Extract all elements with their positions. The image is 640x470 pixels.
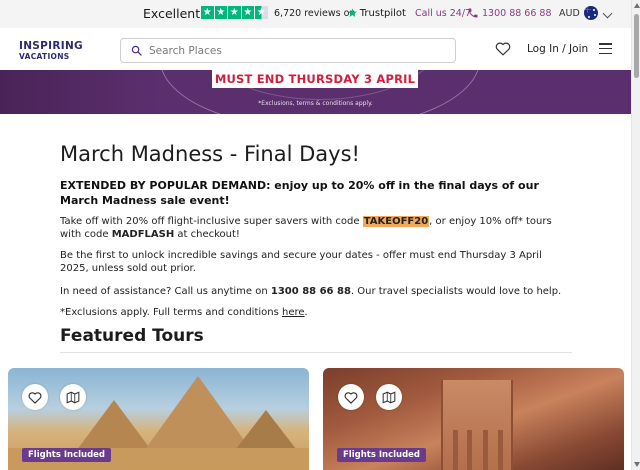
scroll-down-arrow-icon[interactable] bbox=[634, 462, 640, 467]
heart-icon bbox=[28, 391, 42, 404]
wishlist-button[interactable] bbox=[22, 384, 48, 410]
banner-headline-box: MUST END THURSDAY 3 APRIL bbox=[212, 70, 418, 88]
flights-included-badge: Flights Included bbox=[22, 448, 112, 462]
banner-note: *Exclusions, terms & conditions apply. bbox=[258, 100, 373, 107]
logo-line-2: VACATIONS bbox=[19, 51, 70, 61]
promo-banner[interactable]: MUST END THURSDAY 3 APRIL *Exclusions, t… bbox=[0, 70, 631, 114]
promo-code-takeoff: TAKEOFF20 bbox=[362, 216, 430, 227]
treasury-facade bbox=[441, 380, 513, 470]
site-header: INSPIRING VACATIONS Log In / Join bbox=[0, 28, 631, 70]
tour-card[interactable]: Flights Included bbox=[8, 368, 309, 470]
star-half-icon: ★ bbox=[255, 6, 268, 19]
scrollbar-thumb[interactable] bbox=[634, 14, 639, 78]
trustpilot-star-icon: ★ bbox=[347, 6, 358, 20]
banner-headline: MUST END THURSDAY 3 APRIL bbox=[214, 72, 416, 86]
hamburger-menu-icon[interactable] bbox=[599, 43, 612, 54]
trustpilot-stars: ★ ★ ★ ★ ★ bbox=[201, 6, 268, 19]
assistance-paragraph: In need of assistance? Call us anytime o… bbox=[60, 286, 562, 297]
site-logo[interactable]: INSPIRING VACATIONS bbox=[19, 41, 83, 60]
page-title: March Madness - Final Days! bbox=[60, 142, 360, 166]
australia-flag-icon[interactable] bbox=[584, 6, 598, 20]
page-scrollbar[interactable] bbox=[631, 0, 640, 470]
reviews-count[interactable]: 6,720 reviews on bbox=[274, 8, 355, 19]
wishlist-button[interactable] bbox=[338, 384, 364, 410]
terms-link[interactable]: here bbox=[282, 307, 305, 318]
star-icon: ★ bbox=[228, 6, 241, 19]
terms-paragraph: *Exclusions apply. Full terms and condit… bbox=[60, 307, 308, 318]
promo-codes-paragraph: Take off with 20% off flight-inclusive s… bbox=[60, 216, 552, 240]
map-button[interactable] bbox=[376, 384, 402, 410]
currency-selector[interactable]: AUD bbox=[559, 8, 580, 19]
search-box[interactable] bbox=[120, 38, 456, 63]
star-icon: ★ bbox=[201, 6, 214, 19]
assistance-phone[interactable]: 1300 88 66 88 bbox=[271, 286, 351, 297]
search-input[interactable] bbox=[149, 42, 439, 59]
promo-code-madflash: MADFLASH bbox=[111, 228, 175, 240]
section-divider bbox=[60, 352, 572, 353]
login-link[interactable]: Log In / Join bbox=[527, 43, 588, 55]
scroll-up-arrow-icon[interactable] bbox=[634, 3, 640, 8]
star-icon: ★ bbox=[241, 6, 254, 19]
star-icon: ★ bbox=[214, 6, 227, 19]
offer-end-paragraph: Be the first to unlock incredible saving… bbox=[60, 250, 542, 274]
featured-tours-heading: Featured Tours bbox=[60, 326, 204, 346]
heart-icon bbox=[344, 391, 358, 404]
map-button[interactable] bbox=[60, 384, 86, 410]
map-icon bbox=[66, 390, 80, 404]
trustpilot-logo[interactable]: ★ Trustpilot bbox=[347, 7, 406, 19]
wishlist-heart-icon[interactable] bbox=[495, 41, 511, 56]
rating-label: Excellent bbox=[143, 6, 201, 21]
phone-icon[interactable] bbox=[467, 7, 479, 19]
tour-card[interactable]: Flights Included bbox=[323, 368, 624, 470]
flights-included-badge: Flights Included bbox=[337, 448, 427, 462]
call-label: Call us 24/7 bbox=[415, 8, 472, 19]
lead-text: EXTENDED BY POPULAR DEMAND: enjoy up to … bbox=[60, 179, 539, 207]
map-icon bbox=[382, 390, 396, 404]
phone-number-link[interactable]: 1300 88 66 88 bbox=[482, 8, 552, 19]
search-icon bbox=[131, 45, 142, 56]
logo-line-1: INSPIRING bbox=[19, 40, 83, 52]
chevron-down-icon[interactable] bbox=[602, 8, 613, 19]
trust-bar: Excellent ★ ★ ★ ★ ★ 6,720 reviews on ★ Tr… bbox=[0, 0, 631, 28]
